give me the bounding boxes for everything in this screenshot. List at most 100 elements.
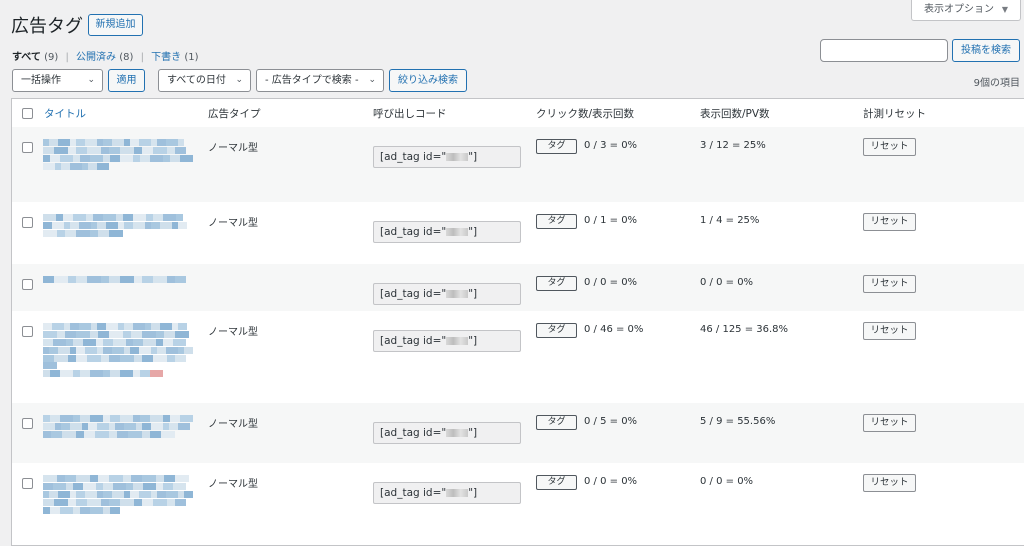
chevron-down-icon: ⌄ [87, 75, 95, 85]
items-count: 9個の項目 [973, 78, 1020, 89]
row-title-link[interactable] [43, 214, 193, 238]
call-code-prefix: [ad_tag id=" [380, 151, 447, 163]
row-checkbox[interactable] [22, 142, 33, 153]
column-reset: 計測リセット [863, 108, 926, 120]
apply-button[interactable]: 適用 [108, 69, 145, 92]
select-all-checkbox[interactable] [22, 108, 33, 119]
view-published-link[interactable]: 公開済み [76, 52, 116, 63]
reset-button[interactable]: リセット [863, 275, 916, 293]
redacted-id [446, 290, 469, 298]
column-title[interactable]: タイトル [44, 106, 86, 121]
call-code-prefix: [ad_tag id=" [380, 427, 447, 439]
row-call-code[interactable]: [ad_tag id=" "] [373, 283, 521, 305]
row-title-link[interactable] [43, 276, 193, 284]
call-code-suffix: "] [468, 151, 478, 163]
call-code-suffix: "] [468, 226, 478, 238]
table-row: ノーマル型 [ad_tag id=" "] タグ 0 / 5 = 0% 5 / 9 = 5… [12, 403, 1024, 463]
column-clicks-impressions: クリック数/表示回数 [536, 108, 635, 120]
tag-button[interactable]: タグ [536, 323, 577, 338]
view-published-count: (8) [119, 52, 134, 63]
row-call-code[interactable]: [ad_tag id=" "] [373, 482, 521, 504]
row-clicks-impressions: 0 / 0 = 0% [584, 476, 638, 487]
row-checkbox[interactable] [22, 279, 33, 290]
row-impressions-pv: 1 / 4 = 25% [700, 215, 760, 226]
row-checkbox[interactable] [22, 326, 33, 337]
table-header: タイトル 広告タイプ 呼び出しコード クリック数/表示回数 表示回数/PV数 計… [12, 99, 1024, 128]
ad-type-filter-select[interactable]: - 広告タイプで検索 - ⌄ [256, 69, 384, 92]
filter-button[interactable]: 絞り込み検索 [389, 69, 467, 92]
tag-button[interactable]: タグ [536, 415, 577, 430]
row-call-code[interactable]: [ad_tag id=" "] [373, 422, 521, 444]
row-checkbox[interactable] [22, 478, 33, 489]
screen-options-button[interactable]: 表示オプション ▼ [911, 0, 1021, 21]
row-clicks-impressions: 0 / 5 = 0% [584, 416, 638, 427]
row-impressions-pv: 46 / 125 = 36.8% [700, 324, 789, 335]
reset-button[interactable]: リセット [863, 138, 916, 156]
table-row: ノーマル型 [ad_tag id=" "] タグ 0 / 0 = 0% 0 / 0 = 0… [12, 463, 1024, 545]
row-clicks-impressions: 0 / 3 = 0% [584, 140, 638, 151]
bulk-action-select[interactable]: 一括操作 ⌄ [12, 69, 103, 92]
call-code-prefix: [ad_tag id=" [380, 288, 447, 300]
reset-button[interactable]: リセット [863, 414, 916, 432]
row-checkbox[interactable] [22, 217, 33, 228]
reset-button[interactable]: リセット [863, 213, 916, 231]
call-code-prefix: [ad_tag id=" [380, 487, 447, 499]
row-title-link[interactable] [43, 475, 193, 515]
row-clicks-impressions: 0 / 1 = 0% [584, 215, 638, 226]
redacted-id [446, 337, 469, 345]
row-call-code[interactable]: [ad_tag id=" "] [373, 146, 521, 168]
row-clicks-impressions: 0 / 0 = 0% [584, 277, 638, 288]
view-filters: すべて (9) | 公開済み (8) | 下書き (1) [12, 48, 198, 63]
chevron-down-icon: ⌄ [368, 75, 376, 85]
table-row: ノーマル型 [ad_tag id=" "] タグ 0 / 3 = 0% 3 / 12 = … [12, 127, 1024, 202]
column-impressions-pv: 表示回数/PV数 [700, 108, 770, 120]
call-code-prefix: [ad_tag id=" [380, 226, 447, 238]
bulk-action-value: 一括操作 [21, 75, 61, 86]
screen-options-label: 表示オプション [924, 4, 994, 15]
row-ad-type: ノーマル型 [208, 479, 258, 490]
row-impressions-pv: 5 / 9 = 55.56% [700, 416, 776, 427]
row-ad-type: ノーマル型 [208, 327, 258, 338]
view-draft-count: (1) [184, 52, 199, 63]
table-row: [ad_tag id=" "] タグ 0 / 0 = 0% 0 / 0 = 0% リセット [12, 264, 1024, 311]
tag-button[interactable]: タグ [536, 214, 577, 229]
row-ad-type: ノーマル型 [208, 419, 258, 430]
row-title-link[interactable] [43, 323, 193, 378]
redacted-id [446, 153, 469, 161]
row-title-link[interactable] [43, 415, 193, 439]
tag-button[interactable]: タグ [536, 139, 577, 154]
tag-button[interactable]: タグ [536, 276, 577, 291]
page-title: 広告タグ [11, 16, 83, 37]
chevron-down-icon: ⌄ [235, 75, 243, 85]
redacted-id [446, 489, 469, 497]
view-draft-link[interactable]: 下書き [151, 52, 181, 63]
call-code-suffix: "] [468, 288, 478, 300]
search-input[interactable] [820, 39, 948, 62]
date-filter-value: すべての日付 [167, 75, 226, 86]
redacted-id [446, 228, 469, 236]
view-all-link[interactable]: すべて [12, 52, 41, 63]
row-ad-type: ノーマル型 [208, 143, 258, 154]
separator: | [140, 52, 144, 63]
row-impressions-pv: 0 / 0 = 0% [700, 277, 754, 288]
row-impressions-pv: 3 / 12 = 25% [700, 140, 766, 151]
add-new-button[interactable]: 新規追加 [88, 14, 143, 36]
reset-button[interactable]: リセット [863, 474, 916, 492]
call-code-suffix: "] [468, 427, 478, 439]
column-ad-type: 広告タイプ [208, 108, 261, 120]
row-ad-type: ノーマル型 [208, 218, 258, 229]
tag-button[interactable]: タグ [536, 475, 577, 490]
date-filter-select[interactable]: すべての日付 ⌄ [158, 69, 251, 92]
view-all-count: (9) [44, 52, 59, 63]
row-checkbox[interactable] [22, 418, 33, 429]
table-row: ノーマル型 [ad_tag id=" "] タグ 0 / 46 = 0% 46 / 125… [12, 311, 1024, 403]
call-code-suffix: "] [468, 487, 478, 499]
column-call-code: 呼び出しコード [373, 108, 447, 120]
row-call-code[interactable]: [ad_tag id=" "] [373, 330, 521, 352]
row-call-code[interactable]: [ad_tag id=" "] [373, 221, 521, 243]
row-title-link[interactable] [43, 139, 193, 171]
call-code-prefix: [ad_tag id=" [380, 335, 447, 347]
reset-button[interactable]: リセット [863, 322, 916, 340]
ad-tags-table: タイトル 広告タイプ 呼び出しコード クリック数/表示回数 表示回数/PV数 計… [11, 98, 1024, 546]
search-button[interactable]: 投稿を検索 [952, 39, 1020, 62]
